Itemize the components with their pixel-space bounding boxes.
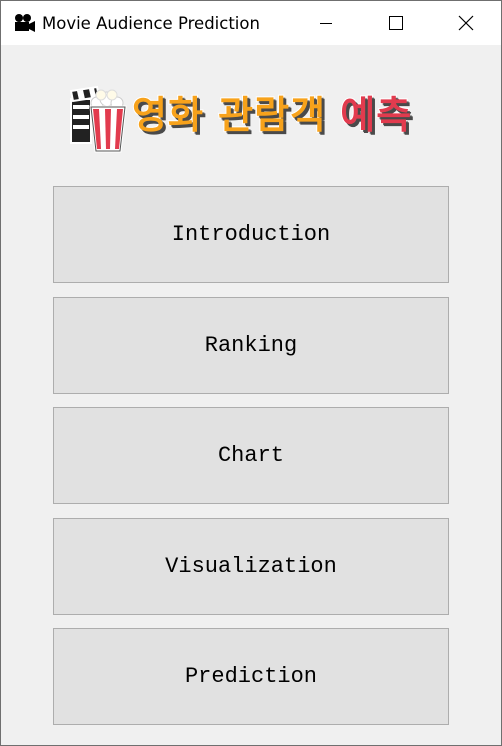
chart-button-label: Chart — [217, 443, 284, 468]
maximize-button[interactable] — [373, 1, 419, 45]
visualization-button-label: Visualization — [165, 554, 337, 579]
minimize-button[interactable] — [303, 1, 349, 45]
introduction-button-label: Introduction — [171, 222, 331, 247]
prediction-button-label: Prediction — [184, 664, 318, 689]
maximize-icon — [389, 16, 403, 30]
close-icon — [458, 15, 474, 31]
chart-button[interactable]: Chart — [53, 407, 449, 504]
ranking-button[interactable]: Ranking — [53, 297, 449, 394]
popcorn-clapperboard-icon — [69, 85, 127, 153]
prediction-button[interactable]: Prediction — [53, 628, 449, 725]
ranking-button-label: Ranking — [204, 333, 298, 358]
visualization-button[interactable]: Visualization — [53, 518, 449, 615]
title-banner: 영화 관람객 예측 — [67, 85, 439, 157]
close-button[interactable] — [443, 1, 489, 45]
minimize-icon — [320, 23, 332, 24]
introduction-button[interactable]: Introduction — [53, 186, 449, 283]
app-window: Movie Audience Prediction 영화 관람객 예측 Intr… — [0, 0, 502, 746]
banner-title: 영화 관람객 예측 — [131, 87, 413, 143]
window-title: Movie Audience Prediction — [42, 14, 260, 33]
movie-camera-icon — [15, 14, 35, 32]
banner-title-part1: 영화 관람객 — [131, 92, 327, 138]
banner-title-part2: 예측 — [326, 92, 413, 138]
title-bar[interactable]: Movie Audience Prediction — [1, 1, 501, 45]
